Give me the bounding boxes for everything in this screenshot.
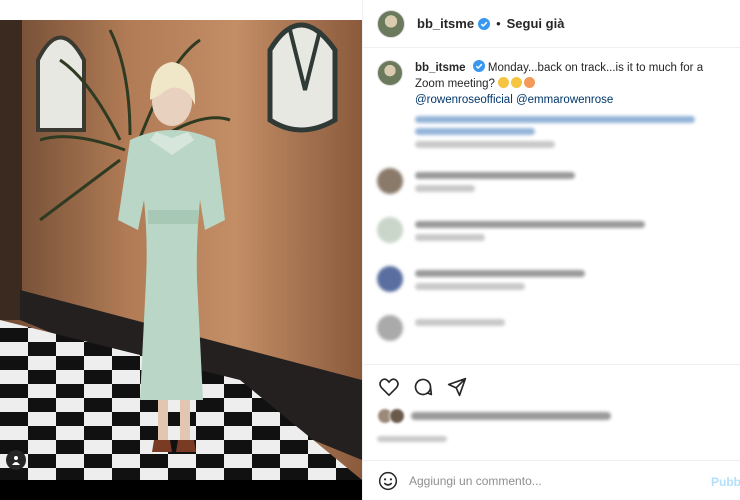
likes-row[interactable] — [377, 408, 727, 424]
comment-item — [363, 168, 740, 197]
mention-link[interactable]: @emmarowenrose — [516, 94, 613, 106]
comment-item — [363, 217, 740, 246]
post-date — [377, 436, 447, 442]
publish-button[interactable]: Pubblica — [711, 475, 740, 489]
verified-badge-icon — [472, 60, 485, 72]
header-username[interactable]: bb_itsme — [417, 16, 474, 31]
caption-username[interactable]: bb_itsme — [415, 62, 466, 74]
heart-icon[interactable] — [377, 375, 401, 399]
face-emoji-icon — [498, 77, 510, 88]
post-photo — [0, 20, 362, 480]
verified-badge-icon — [478, 17, 491, 30]
post-header: bb_itsme • Segui già — [363, 0, 740, 48]
user-tag-icon[interactable] — [6, 450, 26, 470]
header-separator: • — [496, 16, 501, 31]
add-comment-bar: Pubblica — [363, 460, 740, 500]
caption-text-block: bb_itsme Monday...back on track...is it … — [415, 60, 727, 108]
likes-section — [377, 408, 727, 447]
comment-item — [363, 266, 740, 295]
hearts-emoji-icon — [524, 77, 536, 88]
avatar[interactable] — [377, 9, 405, 38]
bottom-black-strip — [0, 480, 362, 500]
comment-item — [363, 315, 740, 341]
thinking-emoji-icon — [511, 77, 523, 88]
comment-icon[interactable] — [411, 375, 435, 399]
paper-plane-icon[interactable] — [445, 375, 469, 399]
blurred-hashtags — [415, 116, 727, 148]
action-bar — [363, 364, 740, 408]
comments-list: bb_itsme Monday...back on track...is it … — [363, 48, 740, 364]
photo-illustration — [0, 20, 362, 480]
caption: bb_itsme Monday...back on track...is it … — [363, 48, 740, 108]
follow-button[interactable]: Segui già — [507, 16, 565, 31]
smiley-icon[interactable] — [377, 470, 399, 492]
post-side-panel: bb_itsme • Segui già bb_itsme Monday...b… — [362, 0, 740, 500]
caption-avatar[interactable] — [377, 60, 403, 86]
mention-link[interactable]: @rowenroseofficial — [415, 94, 513, 106]
comment-input[interactable] — [409, 473, 689, 488]
